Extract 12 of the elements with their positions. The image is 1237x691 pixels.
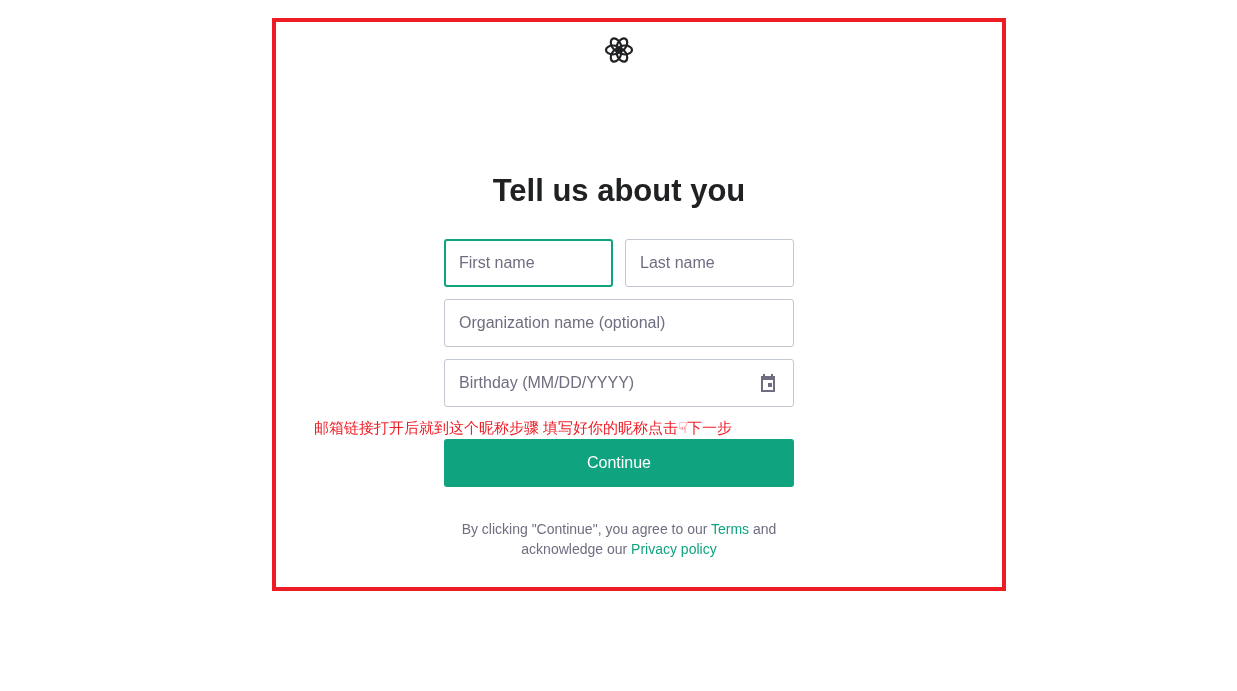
input-field[interactable]: Last name <box>625 239 794 287</box>
date-field[interactable]: Birthday (MM/DD/YYYY) <box>444 359 794 407</box>
input-field[interactable]: First name <box>444 239 613 287</box>
page-heading: Tell us about you <box>492 173 746 209</box>
calendar-icon[interactable] <box>758 373 778 393</box>
terms-link[interactable]: Terms <box>711 521 750 537</box>
legal-text: By clicking "Continue", you agree to our Terms and acknowledge our Privacy policy <box>460 520 778 559</box>
privacy-link[interactable]: Privacy policy <box>631 541 717 557</box>
input-field[interactable]: Organization name (optional) <box>444 299 794 347</box>
logo-icon <box>603 34 635 66</box>
annotation-text: 邮箱链接打开后就到这个昵称步骤 填写好你的昵称点击☟下一步 <box>314 419 734 437</box>
continue-button[interactable]: Continue <box>444 439 794 487</box>
